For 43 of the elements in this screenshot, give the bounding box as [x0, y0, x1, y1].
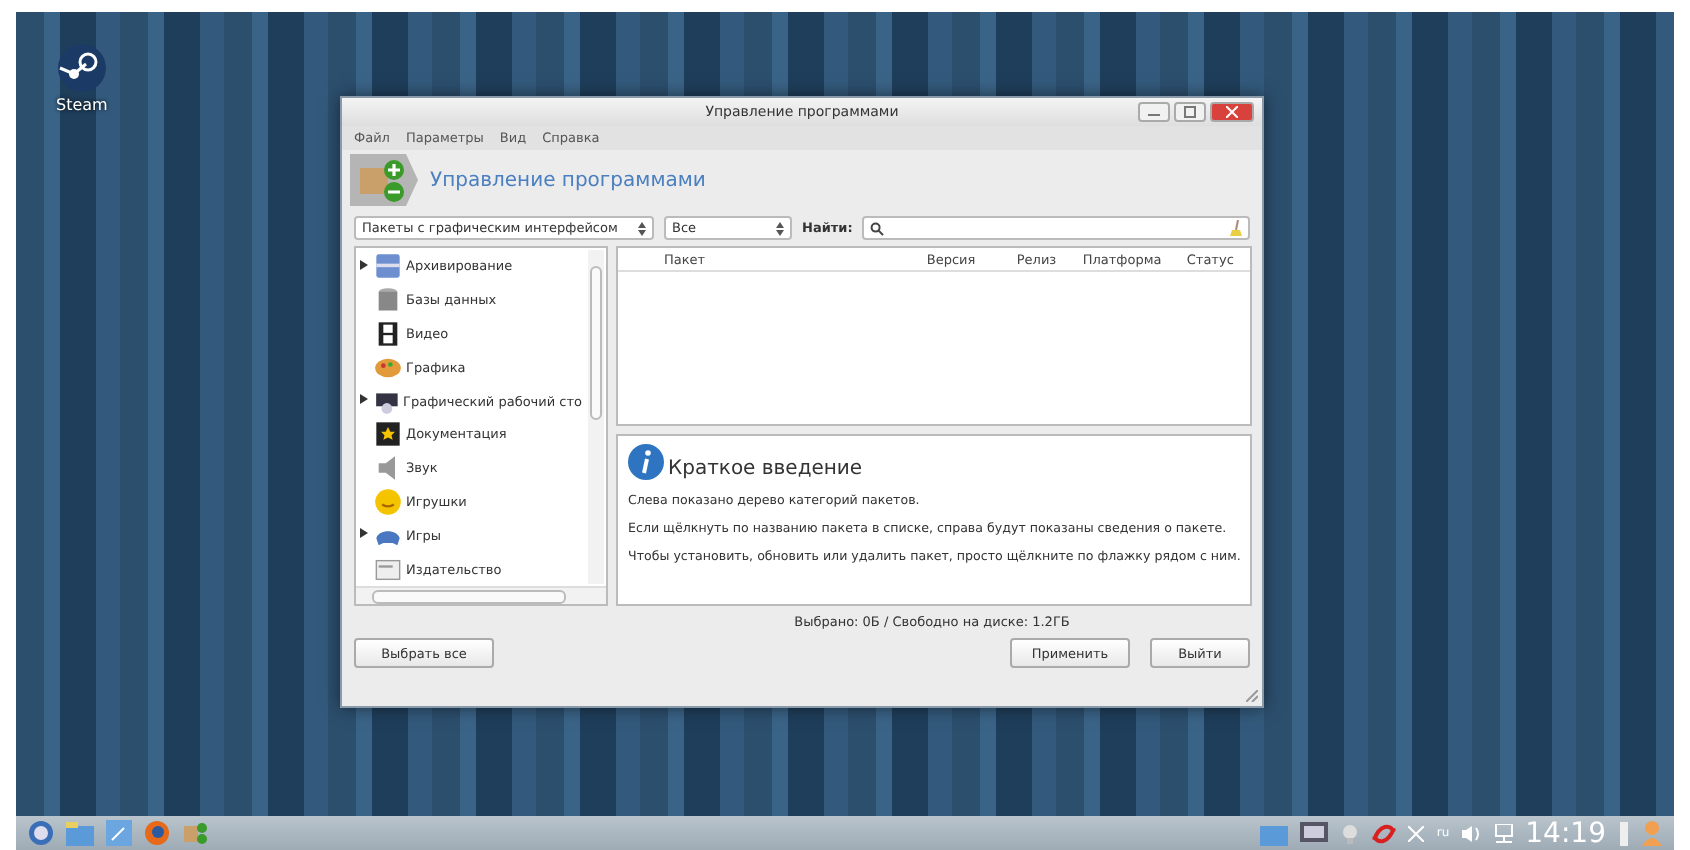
maximize-button[interactable] — [1174, 102, 1206, 122]
film-icon — [374, 319, 402, 348]
search-field[interactable] — [862, 216, 1250, 240]
spinner-icon — [638, 221, 646, 235]
vertical-scrollbar[interactable] — [588, 250, 604, 584]
steam-logo-icon — [57, 44, 106, 92]
database-icon — [374, 286, 402, 315]
package-plus-minus-icon[interactable] — [182, 820, 208, 846]
network-icon[interactable] — [1493, 823, 1514, 843]
close-icon — [1226, 106, 1238, 118]
browser-globe-icon[interactable] — [144, 820, 170, 846]
broom-icon — [1230, 220, 1242, 236]
package-plus-minus-icon — [350, 154, 418, 206]
monitor-icon — [373, 387, 399, 416]
expand-arrow-icon — [360, 528, 368, 539]
palette-icon — [374, 353, 402, 382]
clock: 14:19 — [1525, 817, 1606, 849]
archive-icon — [374, 252, 402, 281]
document-icon — [374, 555, 402, 584]
monitor-icon[interactable] — [1300, 821, 1329, 845]
search-icon — [870, 221, 885, 235]
close-button[interactable] — [1210, 102, 1254, 122]
menu-orb-icon[interactable] — [28, 820, 54, 846]
minimize-button[interactable] — [1138, 102, 1170, 122]
speaker-icon[interactable] — [1461, 825, 1482, 841]
folder-icon[interactable] — [1260, 821, 1289, 845]
folder-icon[interactable] — [66, 821, 94, 845]
info-icon — [628, 444, 664, 480]
maximize-icon — [1184, 106, 1196, 118]
text-editor-icon[interactable] — [106, 820, 132, 846]
user-icon[interactable] — [1642, 820, 1662, 846]
book-icon — [374, 420, 402, 449]
swirl-icon[interactable] — [1372, 823, 1397, 843]
resize-grip-icon — [1246, 690, 1258, 702]
expand-arrow-icon — [360, 394, 368, 405]
desktop-icon-label[interactable]: Steam — [56, 96, 108, 114]
lightbulb-icon[interactable] — [1340, 823, 1361, 843]
smiley-icon — [374, 487, 402, 516]
horizontal-scrollbar[interactable] — [356, 586, 606, 604]
expand-arrow-icon — [360, 259, 368, 270]
spinner-icon — [776, 221, 784, 235]
header-title: Управление программами — [430, 169, 706, 191]
info-title: Краткое введение — [668, 458, 863, 480]
